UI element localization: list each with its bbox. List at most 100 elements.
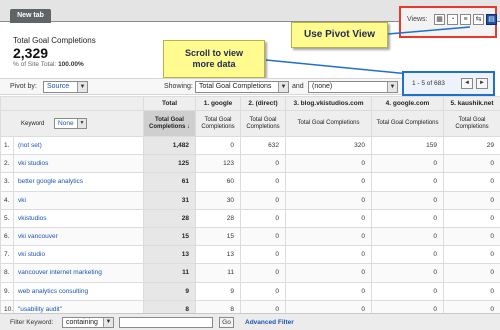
row-number: 2.: [0, 154, 14, 174]
keyword-link[interactable]: (not set): [13, 135, 144, 156]
chevron-down-icon: ▼: [278, 82, 288, 92]
value-cell: 0: [240, 172, 286, 192]
total-cell: 11: [143, 263, 196, 283]
total-cell: 13: [143, 245, 196, 265]
chevron-down-icon: ▼: [387, 82, 397, 92]
total-header: Total: [143, 96, 196, 111]
keyword-link[interactable]: vki vancouver: [13, 226, 144, 247]
row-number: 8.: [0, 263, 14, 283]
keyword-link[interactable]: vki studios: [13, 154, 144, 174]
value-cell: 0: [285, 245, 372, 265]
pivot-controls: Pivot by: Source ▼ Showing: Total Goal C…: [0, 78, 402, 95]
pivot-table-wrap: Total 1. google 2. (direct) 3. blog.vkis…: [0, 96, 500, 319]
pivot-by-select[interactable]: Source ▼: [43, 81, 88, 93]
value-cell: 0: [285, 263, 372, 283]
value-cell: 0: [371, 208, 444, 228]
row-number: 1.: [0, 135, 14, 156]
total-cell: 1,482: [143, 135, 196, 156]
scroll-callout-line1: Scroll to view: [184, 48, 244, 58]
metric-header[interactable]: Total Goal Completions: [195, 110, 241, 137]
row-number: 7.: [0, 245, 14, 265]
next-page-button[interactable]: ►: [476, 78, 488, 89]
pagination-range: 1 - 5 of 683: [412, 80, 445, 87]
value-cell: 0: [285, 190, 372, 210]
value-cell: 0: [240, 281, 286, 301]
keyword-link[interactable]: web analytics consulting: [13, 281, 144, 301]
metric-header[interactable]: Total Goal Completions: [443, 110, 500, 137]
keyword-link[interactable]: vki studio: [13, 245, 144, 265]
scroll-callout-line2: more data: [192, 59, 236, 69]
second-metric-select[interactable]: (none) ▼: [308, 81, 398, 93]
source-header[interactable]: 5. kaushik.net: [443, 96, 500, 111]
total-metric-label: Total Goal Completions: [148, 116, 186, 130]
table-row: 3. better google analytics 61 60 0 0 0 0: [0, 172, 500, 192]
showing-value: Total Goal Completions: [199, 83, 272, 90]
table-row: 9. web analytics consulting 9 9 0 0 0 0: [0, 281, 500, 301]
filter-keyword-label: Filter Keyword:: [10, 319, 54, 326]
value-cell: 0: [240, 263, 286, 283]
go-button[interactable]: Go: [219, 317, 234, 328]
keyword-link[interactable]: vki: [13, 190, 144, 210]
metric-header[interactable]: Total Goal Completions: [285, 110, 372, 137]
value-cell: 15: [195, 226, 241, 247]
value-cell: 0: [443, 208, 500, 228]
keyword-link[interactable]: vkistudios: [13, 208, 144, 228]
value-cell: 0: [195, 135, 241, 156]
value-cell: 320: [285, 135, 372, 156]
source-header[interactable]: 2. (direct): [240, 96, 286, 111]
keyword-link[interactable]: better google analytics: [13, 172, 144, 192]
source-header[interactable]: 1. google: [195, 96, 241, 111]
table-row: 7. vki studio 13 13 0 0 0 0: [0, 245, 500, 265]
keyword-link[interactable]: vancouver internet marketing: [13, 263, 144, 283]
row-number: 5.: [0, 208, 14, 228]
value-cell: 29: [443, 135, 500, 156]
advanced-filter-link[interactable]: Advanced Filter: [245, 319, 294, 326]
value-cell: 0: [240, 226, 286, 247]
prev-page-button[interactable]: ◄: [461, 78, 473, 89]
pivot-by-value: Source: [47, 83, 70, 90]
row-number: 4.: [0, 190, 14, 210]
and-label: and: [292, 83, 304, 90]
value-cell: 0: [371, 190, 444, 210]
table-row: 5. vkistudios 28 28 0 0 0 0: [0, 208, 500, 228]
value-cell: 0: [285, 226, 372, 247]
row-number: 6.: [0, 226, 14, 247]
metric-header[interactable]: Total Goal Completions: [240, 110, 286, 137]
second-metric-value: (none): [312, 83, 333, 90]
value-cell: 0: [371, 154, 444, 174]
source-header[interactable]: 4. google.com: [371, 96, 444, 111]
filter-mode-value: containing: [66, 319, 98, 326]
filter-keyword-input[interactable]: [119, 317, 213, 328]
pivot-by-label: Pivot by:: [10, 83, 37, 90]
value-cell: 632: [240, 135, 286, 156]
table-body: 1. (not set) 1,482 0 632 320 159 29 2. vki studio…: [0, 135, 500, 319]
keyword-header: Keyword None ▼: [0, 110, 144, 137]
value-cell: 123: [195, 154, 241, 174]
value-cell: 60: [195, 172, 241, 192]
total-metric-header[interactable]: Total Goal Completions ↓: [143, 110, 196, 137]
value-cell: 0: [443, 226, 500, 247]
table-row: 4. vki 31 30 0 0 0 0: [0, 190, 500, 210]
pagination-box: 1 - 5 of 683 ◄ ►: [402, 71, 495, 96]
total-cell: 31: [143, 190, 196, 210]
total-cell: 28: [143, 208, 196, 228]
keyword-select-value: None: [58, 120, 74, 127]
header-blank: [0, 96, 144, 111]
keyword-label: Keyword: [21, 121, 45, 128]
value-cell: 0: [443, 263, 500, 283]
value-cell: 0: [443, 245, 500, 265]
showing-select[interactable]: Total Goal Completions ▼: [195, 81, 289, 93]
value-cell: 9: [195, 281, 241, 301]
value-cell: 159: [371, 135, 444, 156]
value-cell: 0: [285, 172, 372, 192]
value-cell: 0: [443, 154, 500, 174]
metric-header[interactable]: Total Goal Completions: [371, 110, 444, 137]
filter-mode-select[interactable]: containing ▼: [62, 317, 114, 328]
scroll-callout: Scroll to view more data: [163, 40, 265, 78]
keyword-secondary-select[interactable]: None ▼: [54, 118, 88, 129]
total-cell: 61: [143, 172, 196, 192]
chevron-down-icon: ▼: [77, 82, 87, 92]
source-header[interactable]: 3. blog.vkistudios.com: [285, 96, 372, 111]
total-cell: 15: [143, 226, 196, 247]
value-cell: 0: [371, 263, 444, 283]
